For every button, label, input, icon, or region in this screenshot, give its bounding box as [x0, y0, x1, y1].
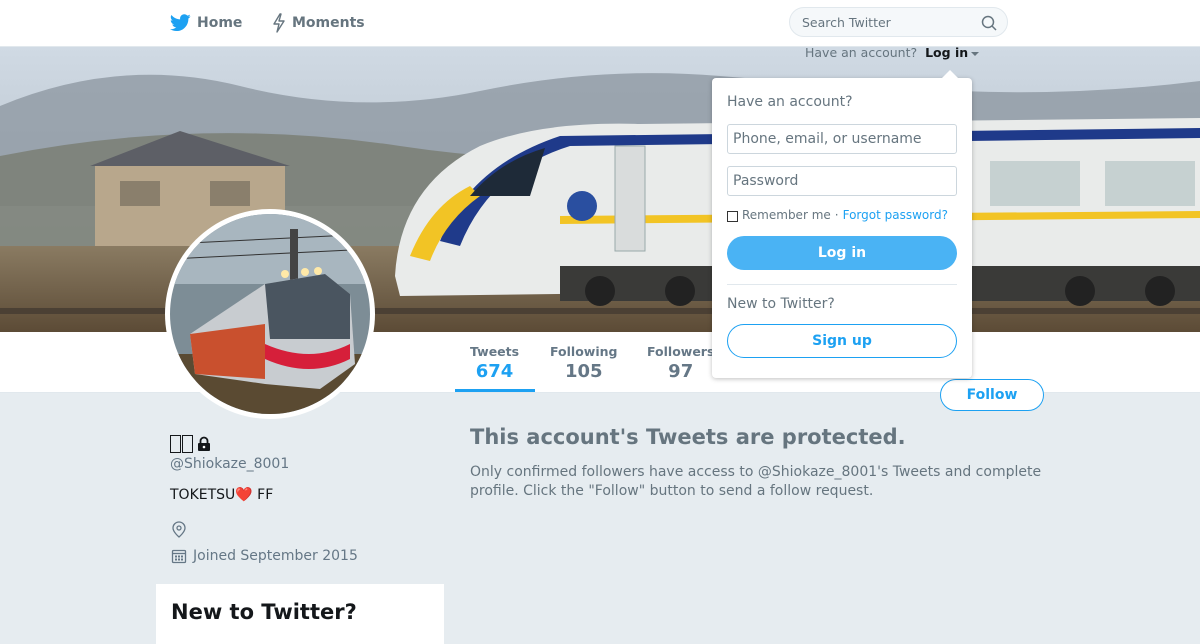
dropdown-notch	[942, 70, 958, 78]
remember-checkbox[interactable]	[727, 210, 738, 222]
dropdown-new-heading: New to Twitter?	[727, 296, 835, 312]
new-to-twitter-title: New to Twitter?	[171, 600, 357, 624]
password-placeholder: Password	[733, 173, 799, 189]
nav-home[interactable]: Home	[170, 13, 242, 33]
follow-button[interactable]: Follow	[940, 379, 1044, 411]
protected-title: This account's Tweets are protected.	[470, 425, 906, 449]
profile-name	[170, 432, 212, 456]
stat-tweets[interactable]: Tweets 674	[470, 344, 519, 382]
login-prompt-text: Have an account?	[805, 45, 918, 60]
nav-home-label: Home	[197, 15, 243, 31]
remember-label[interactable]: Remember me	[742, 208, 831, 222]
username-field[interactable]: Phone, email, or username	[727, 124, 957, 154]
nav-moments[interactable]: Moments	[272, 13, 365, 33]
avatar[interactable]	[170, 214, 370, 414]
dropdown-divider	[727, 284, 957, 285]
search-input[interactable]: Search Twitter	[789, 7, 1008, 37]
new-to-twitter-card: New to Twitter?	[156, 584, 444, 644]
top-navigation-bar: Home Moments Search Twitter	[0, 0, 1200, 47]
caret-down-icon[interactable]	[971, 51, 980, 56]
forgot-password-link[interactable]: Forgot password?	[843, 208, 948, 222]
stat-following-label: Following	[550, 344, 618, 359]
lock-icon	[197, 436, 210, 451]
search-icon[interactable]	[981, 15, 997, 31]
join-date: Joined September 2015	[193, 548, 358, 564]
stat-tweets-value: 674	[475, 361, 514, 382]
separator-dot: ·	[834, 208, 839, 222]
active-tab-underline	[455, 389, 535, 392]
remember-row: Remember me · Forgot password?	[727, 208, 948, 222]
join-date-row: Joined September 2015	[171, 548, 358, 564]
stat-tweets-label: Tweets	[470, 344, 520, 359]
location-icon	[172, 521, 186, 538]
stat-followers[interactable]: Followers 97	[647, 344, 714, 382]
search-placeholder: Search Twitter	[802, 15, 891, 30]
stat-followers-label: Followers	[647, 344, 715, 359]
stat-following-value: 105	[564, 361, 603, 382]
protected-text: Only confirmed followers have access to …	[470, 464, 1042, 499]
login-button[interactable]: Log in	[727, 236, 957, 270]
profile-bio: TOKETSU❤️ FF	[170, 487, 274, 503]
dropdown-heading: Have an account?	[727, 94, 853, 110]
stat-following[interactable]: Following 105	[550, 344, 617, 382]
avatar-train-image	[170, 214, 370, 414]
name-glyph-box	[170, 435, 181, 453]
lightning-icon	[273, 13, 285, 33]
twitter-bird-icon	[170, 14, 191, 32]
calendar-icon	[171, 549, 187, 564]
nav-moments-label: Moments	[292, 15, 365, 31]
login-prompt: Have an account? Log in	[805, 45, 980, 60]
avatar-frame	[165, 209, 375, 419]
password-field[interactable]: Password	[727, 166, 957, 196]
username-placeholder: Phone, email, or username	[733, 131, 922, 147]
stat-followers-value: 97	[668, 361, 694, 382]
signup-button[interactable]: Sign up	[727, 324, 957, 358]
login-dropdown: Have an account? Phone, email, or userna…	[712, 70, 972, 378]
login-prompt-link[interactable]: Log in	[925, 45, 968, 60]
name-glyph-box	[182, 435, 193, 453]
profile-handle[interactable]: @Shiokaze_8001	[170, 456, 289, 472]
